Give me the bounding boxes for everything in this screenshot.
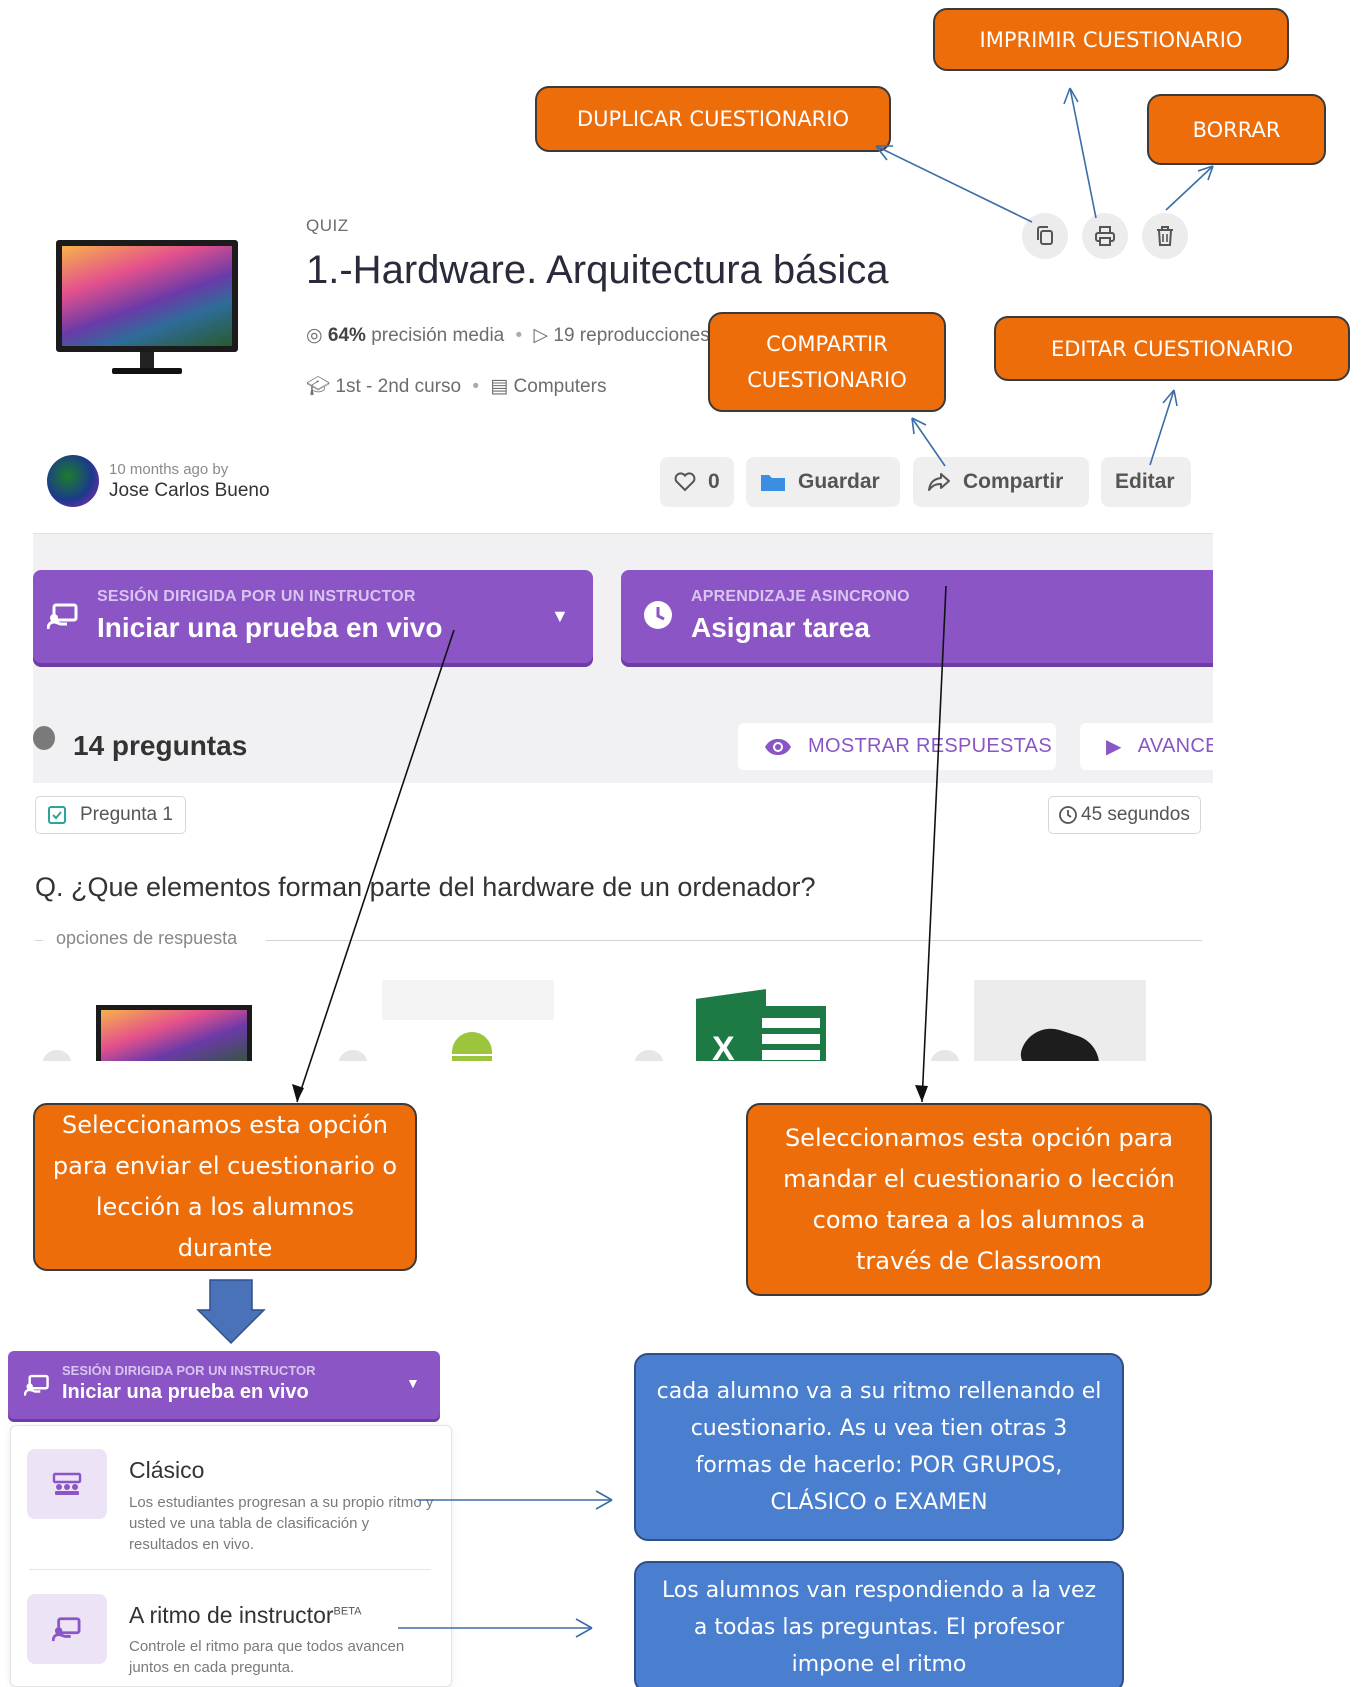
share-label: Compartir xyxy=(963,470,1064,493)
target-icon: ◎ xyxy=(306,325,323,346)
author-when: 10 months ago by xyxy=(109,460,229,478)
presentation-icon xyxy=(46,602,79,635)
preview-button[interactable]: ▶ AVANCE xyxy=(1080,723,1213,770)
quiz-type-label: QUIZ xyxy=(306,216,349,235)
classroom-icon xyxy=(27,1449,107,1519)
question-time: 45 segundos xyxy=(1048,796,1201,834)
plays-count: 19 reproducciones xyxy=(553,325,710,346)
copy-icon xyxy=(1037,226,1053,245)
mode-classic-title: Clásico xyxy=(129,1457,205,1483)
delete-button[interactable] xyxy=(1142,213,1188,259)
callout-duplicate: DUPLICAR CUESTIONARIO xyxy=(535,86,891,152)
quiz-meta: 🎓︎ 1st - 2nd curso • ▤ Computers xyxy=(306,376,607,397)
async-title: Asignar tarea xyxy=(691,612,870,643)
avatar xyxy=(47,455,99,507)
author-info: 10 months ago by Jose Carlos Bueno xyxy=(47,455,270,507)
answer-option-excel[interactable]: X xyxy=(678,980,850,1061)
play-icon: ▷ xyxy=(533,325,549,346)
quiz-title: 1.-Hardware. Arquitectura básica xyxy=(306,248,889,292)
callout-instructor-paced: Los alumnos van respondiendo a la vez a … xyxy=(634,1561,1124,1687)
dropdown-title: Iniciar una prueba en vivo xyxy=(62,1381,309,1403)
callout-print: IMPRIMIR CUESTIONARIO xyxy=(933,8,1289,71)
folder-icon xyxy=(760,472,786,492)
heart-icon xyxy=(674,472,696,492)
like-button[interactable]: 0 xyxy=(660,457,734,507)
book-icon: ▤ xyxy=(490,376,509,397)
accuracy-label: precisión media xyxy=(371,325,505,346)
answer-option-android[interactable] xyxy=(382,980,554,1061)
answer-option-mouse[interactable] xyxy=(974,980,1146,1061)
clock-icon xyxy=(643,600,673,635)
quiz-thumbnail xyxy=(54,240,240,378)
subject: Computers xyxy=(513,376,607,397)
print-button[interactable] xyxy=(1082,213,1128,259)
assign-homework-button[interactable]: APRENDIZAJE ASINCRONO Asignar tarea xyxy=(621,570,1213,663)
callout-edit: EDITAR CUESTIONARIO xyxy=(994,316,1350,381)
save-button[interactable]: Guardar xyxy=(746,457,900,507)
question-icon xyxy=(33,726,55,750)
play-icon: ▶ xyxy=(1106,736,1122,758)
answer-options-label: opciones de respuesta xyxy=(48,928,246,949)
question-number: Pregunta 1 xyxy=(35,796,186,834)
graduation-cap-icon: 🎓︎ xyxy=(306,376,331,397)
mouse-icon xyxy=(1016,1020,1108,1061)
callout-share: COMPARTIR CUESTIONARIO xyxy=(708,312,946,412)
edit-button[interactable]: Editar xyxy=(1101,457,1191,507)
answer-option-monitor[interactable] xyxy=(86,980,258,1061)
dropdown-subtitle: SESIÓN DIRIGIDA POR UN INSTRUCTOR xyxy=(62,1363,316,1378)
chevron-down-icon[interactable]: ▼ xyxy=(406,1375,420,1391)
divider xyxy=(266,940,1202,941)
checkbox-icon xyxy=(48,806,66,824)
question-text: Q. ¿Que elementos forman parte del hardw… xyxy=(35,872,816,902)
eye-icon xyxy=(764,738,792,756)
mode-instructor-paced-label: A ritmo de instructor xyxy=(129,1602,334,1628)
accuracy-value: 64% xyxy=(327,325,366,346)
beta-badge: BETA xyxy=(333,1605,362,1618)
callout-live-session: Seleccionamos esta opción para enviar el… xyxy=(33,1103,417,1271)
show-answers-button[interactable]: MOSTRAR RESPUESTAS xyxy=(738,723,1056,770)
live-session-dropdown-button[interactable]: SESIÓN DIRIGIDA POR UN INSTRUCTOR Inicia… xyxy=(8,1351,440,1419)
mode-instructor-paced-title: A ritmo de instructorBETA xyxy=(129,1602,361,1629)
quiz-stats: ◎ 64% precisión media • ▷ 19 reproduccio… xyxy=(306,325,710,346)
quiz-panel: SESIÓN DIRIGIDA POR UN INSTRUCTOR Inicia… xyxy=(33,533,1213,783)
question-time-label: 45 segundos xyxy=(1081,804,1190,825)
async-subtitle: APRENDIZAJE ASINCRONO xyxy=(691,588,910,605)
presentation-icon xyxy=(27,1594,107,1664)
share-icon xyxy=(927,472,951,492)
printer-icon xyxy=(1095,226,1115,246)
mode-classic-description: Los estudiantes progresan a su propio ri… xyxy=(129,1494,434,1553)
callout-delete: BORRAR xyxy=(1147,94,1326,165)
like-count: 0 xyxy=(708,470,720,493)
clock-icon xyxy=(1059,806,1077,824)
callout-assign-homework: Seleccionamos esta opción para mandar el… xyxy=(746,1103,1212,1296)
callout-classic-mode: cada alumno va a su ritmo rellenando el … xyxy=(634,1353,1124,1541)
live-session-menu: Clásico Los estudiantes progresan a su p… xyxy=(10,1425,452,1687)
trash-icon xyxy=(1157,226,1173,246)
chevron-down-icon[interactable]: ▼ xyxy=(551,606,569,627)
save-label: Guardar xyxy=(798,470,880,493)
question-count: 14 preguntas xyxy=(73,730,248,761)
presentation-icon xyxy=(23,1373,50,1402)
show-answers-label: MOSTRAR RESPUESTAS xyxy=(808,735,1052,757)
live-session-button[interactable]: SESIÓN DIRIGIDA POR UN INSTRUCTOR Inicia… xyxy=(33,570,593,663)
edit-label: Editar xyxy=(1115,470,1175,493)
mode-instructor-paced-description: Controle el ritmo para que todos avancen… xyxy=(129,1638,405,1676)
share-button[interactable]: Compartir xyxy=(913,457,1089,507)
question-number-label: Pregunta 1 xyxy=(80,804,173,825)
live-session-title: Iniciar una prueba en vivo xyxy=(97,612,443,643)
duplicate-button[interactable] xyxy=(1022,213,1068,259)
divider xyxy=(35,940,43,941)
live-session-subtitle: SESIÓN DIRIGIDA POR UN INSTRUCTOR xyxy=(97,588,416,605)
preview-label: AVANCE xyxy=(1137,735,1213,757)
author-name[interactable]: Jose Carlos Bueno xyxy=(109,480,270,502)
grade-level: 1st - 2nd curso xyxy=(335,376,462,397)
